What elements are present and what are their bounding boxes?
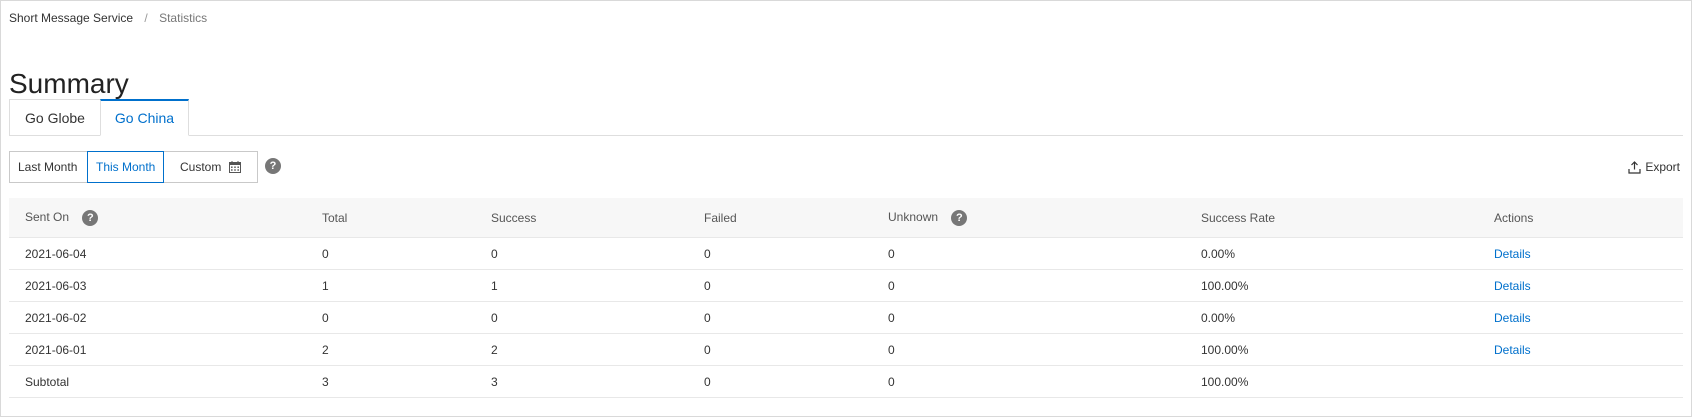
cell-success: 1	[491, 269, 704, 302]
cell-total: 0	[322, 237, 491, 270]
cell-actions: Details	[1494, 333, 1683, 366]
cell-actions: Details	[1494, 269, 1683, 302]
cell-sent-on: 2021-06-02	[9, 301, 322, 334]
table-header-row: Sent On ? Total Success Failed Unknown ?…	[9, 198, 1683, 238]
export-label: Export	[1645, 160, 1680, 174]
unknown-help-icon[interactable]: ?	[951, 209, 968, 226]
cell-success: 0	[491, 237, 704, 270]
main-panel: Short Message Service / Statistics Summa…	[0, 0, 1692, 417]
details-link[interactable]: Details	[1494, 247, 1531, 261]
custom-range-label: Custom	[180, 160, 222, 174]
cell-subtotal-label: Subtotal	[9, 365, 322, 398]
cell-failed: 0	[704, 269, 888, 302]
custom-range-button[interactable]: Custom	[164, 151, 258, 183]
cell-unknown: 0	[888, 301, 1201, 334]
cell-success: 2	[491, 333, 704, 366]
breadcrumb-current: Statistics	[159, 11, 208, 25]
header-total: Total	[322, 198, 491, 238]
cell-unknown: 0	[888, 269, 1201, 302]
header-sent-on-label: Sent On	[25, 209, 70, 224]
date-range-selector: Last Month This Month Custom	[9, 151, 258, 183]
cell-success: 3	[491, 365, 704, 398]
table-row: 2021-06-03 1 1 0 0 100.00% Details	[9, 269, 1683, 302]
header-sent-on: Sent On ?	[9, 198, 322, 238]
cell-sent-on: 2021-06-04	[9, 237, 322, 270]
header-failed: Failed	[704, 198, 888, 238]
calendar-icon	[229, 161, 242, 173]
statistics-table: Sent On ? Total Success Failed Unknown ?…	[9, 198, 1683, 398]
cell-actions: Details	[1494, 301, 1683, 334]
cell-success-rate: 0.00%	[1201, 237, 1494, 270]
region-tabs: Go Globe Go China	[9, 99, 1683, 136]
cell-success-rate: 100.00%	[1201, 333, 1494, 366]
breadcrumb-sms-link[interactable]: Short Message Service	[9, 11, 133, 25]
details-link[interactable]: Details	[1494, 311, 1531, 325]
cell-success: 0	[491, 301, 704, 334]
cell-sent-on: 2021-06-03	[9, 269, 322, 302]
header-actions: Actions	[1494, 198, 1683, 238]
tab-go-china[interactable]: Go China	[100, 99, 189, 136]
table-row: 2021-06-04 0 0 0 0 0.00% Details	[9, 237, 1683, 270]
cell-total: 1	[322, 269, 491, 302]
breadcrumb-separator: /	[144, 11, 148, 25]
cell-failed: 0	[704, 365, 888, 398]
cell-success-rate: 100.00%	[1201, 269, 1494, 302]
header-success: Success	[491, 198, 704, 238]
table-row: 2021-06-01 2 2 0 0 100.00% Details	[9, 333, 1683, 366]
cell-success-rate: 100.00%	[1201, 365, 1494, 398]
header-unknown: Unknown ?	[888, 198, 1201, 238]
cell-total: 3	[322, 365, 491, 398]
cell-sent-on: 2021-06-01	[9, 333, 322, 366]
details-link[interactable]: Details	[1494, 343, 1531, 357]
export-icon	[1628, 160, 1641, 174]
cell-unknown: 0	[888, 333, 1201, 366]
tab-go-globe[interactable]: Go Globe	[9, 99, 101, 135]
page-title: Summary	[9, 67, 129, 99]
cell-failed: 0	[704, 237, 888, 270]
subtotal-row: Subtotal 3 3 0 0 100.00%	[9, 365, 1683, 398]
cell-failed: 0	[704, 301, 888, 334]
cell-actions: Details	[1494, 237, 1683, 270]
export-button[interactable]: Export	[1628, 160, 1680, 174]
table-row: 2021-06-02 0 0 0 0 0.00% Details	[9, 301, 1683, 334]
header-success-rate: Success Rate	[1201, 198, 1494, 238]
last-month-button[interactable]: Last Month	[9, 151, 87, 183]
range-help-icon[interactable]: ?	[265, 158, 281, 174]
sent-on-help-icon[interactable]: ?	[82, 209, 99, 226]
this-month-button[interactable]: This Month	[87, 151, 164, 183]
cell-unknown: 0	[888, 365, 1201, 398]
cell-failed: 0	[704, 333, 888, 366]
header-unknown-label: Unknown	[888, 209, 939, 224]
cell-success-rate: 0.00%	[1201, 301, 1494, 334]
breadcrumb: Short Message Service / Statistics	[9, 10, 207, 26]
cell-actions	[1494, 365, 1683, 398]
details-link[interactable]: Details	[1494, 279, 1531, 293]
cell-unknown: 0	[888, 237, 1201, 270]
cell-total: 0	[322, 301, 491, 334]
cell-total: 2	[322, 333, 491, 366]
